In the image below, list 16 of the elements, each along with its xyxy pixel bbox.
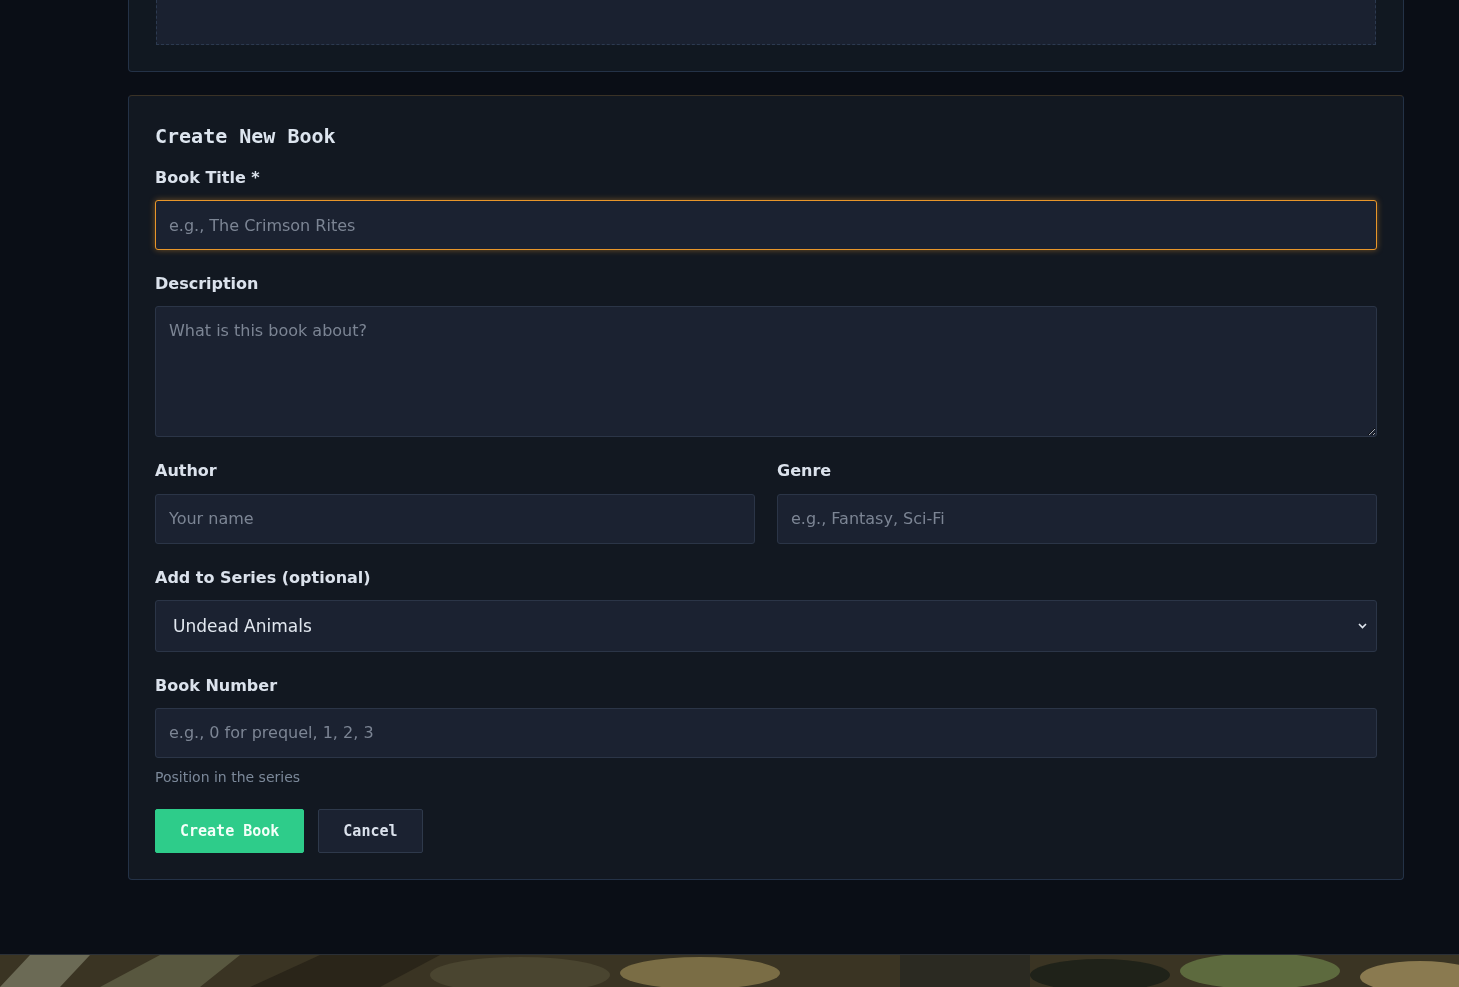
field-label: Add to Series (optional) (155, 567, 372, 587)
cancel-button[interactable]: Cancel (318, 808, 423, 853)
input-field[interactable]: e.g., Fantasy, Sci-Fi (777, 493, 1377, 544)
field-label: Book Number (155, 675, 279, 695)
textarea-field[interactable]: What is this book about? (155, 306, 1377, 438)
field-label: Author (155, 461, 218, 481)
input-field[interactable]: e.g., The Crimson Rites (155, 200, 1377, 251)
field-label: Genre (777, 461, 833, 481)
input-field[interactable]: Your name (155, 493, 755, 544)
series-select[interactable]: Undead Animals (155, 599, 1377, 652)
form-title: Create New Book (155, 124, 337, 148)
chevron-down-icon (1358, 622, 1367, 629)
field-label: Book Title * (155, 168, 261, 188)
field-label: Description (155, 274, 260, 294)
input-field[interactable]: e.g., 0 for prequel, 1, 2, 3 (155, 707, 1377, 758)
field-hint: Position in the series (155, 768, 302, 785)
